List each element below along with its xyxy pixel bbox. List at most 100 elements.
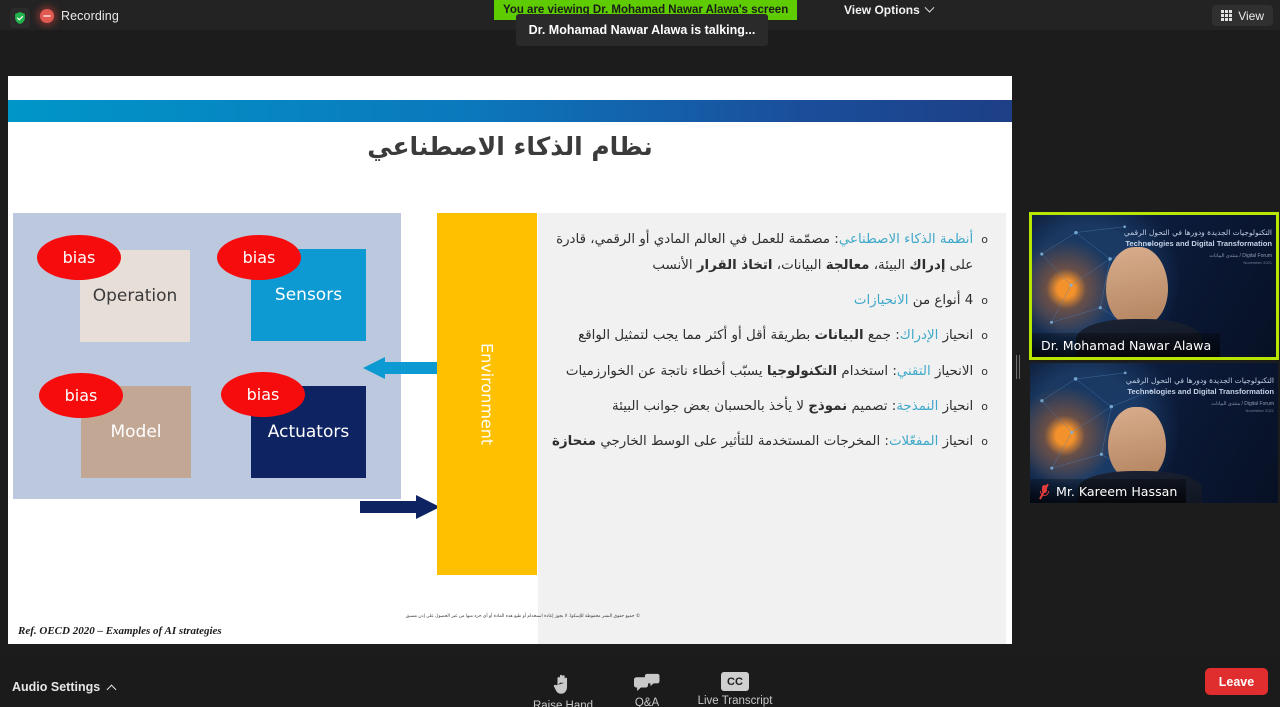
- qa-label: Q&A: [634, 697, 660, 707]
- bias-ellipse: bias: [221, 372, 305, 417]
- bullet-segment: : جمع: [863, 328, 900, 344]
- view-options-button[interactable]: View Options: [834, 0, 943, 20]
- slide-bullet: o أنظمة الذكاء الاصطناعي: مصمّمة للعمل في…: [550, 227, 988, 279]
- backdrop-english-title: Technologies and Digital Transformation: [1127, 387, 1274, 397]
- recording-label: Recording: [61, 9, 119, 23]
- ai-system-diagram: Operation Sensors Model Actuators bias b…: [13, 213, 401, 499]
- participant-head: [1108, 407, 1166, 479]
- bullet-segment: انحياز: [938, 433, 974, 449]
- bullet-text: الانحياز التقني: استخدام التكنولوجيا يسب…: [550, 359, 973, 385]
- bullet-segment: الأنسب: [652, 258, 697, 274]
- bullet-segment: نموذج: [808, 398, 848, 414]
- active-speaker-tooltip: Dr. Mohamad Nawar Alawa is talking...: [516, 14, 768, 46]
- bullet-segment: البيانات: [814, 328, 864, 344]
- slide-bullet: o 4 أنواع من الانحيازات: [550, 288, 988, 314]
- shared-screen-slide[interactable]: نظام الذكاء الاصطناعي Operation Sensors …: [8, 76, 1012, 644]
- bullet-segment: الإدراك: [899, 328, 939, 344]
- bullet-segment: : تصميم: [847, 398, 897, 414]
- bullet-marker: o: [981, 294, 988, 308]
- participant-name-label: Dr. Mohamad Nawar Alawa: [1032, 333, 1221, 357]
- view-layout-button[interactable]: View: [1212, 5, 1273, 26]
- participant-name: Dr. Mohamad Nawar Alawa: [1041, 337, 1212, 353]
- mic-muted-icon: [1039, 483, 1050, 499]
- backdrop-arabic-title: التكنولوجيات الجديدة ودورها في التحول ال…: [1123, 228, 1272, 237]
- top-bar: Recording You are viewing Dr. Mohamad Na…: [0, 0, 1280, 46]
- bullet-text: أنظمة الذكاء الاصطناعي: مصمّمة للعمل في …: [550, 227, 973, 279]
- bias-ellipse: bias: [217, 235, 301, 280]
- view-button-label: View: [1238, 8, 1264, 23]
- leave-button[interactable]: Leave: [1205, 668, 1268, 695]
- bullet-text: انحياز المفعّلات: المخرجات المستخدمة للت…: [550, 429, 973, 455]
- closed-caption-icon: CC: [721, 672, 749, 691]
- bullet-segment: اتخاذ القرار: [696, 258, 773, 274]
- video-tile-speaker[interactable]: التكنولوجيات الجديدة ودورها في التحول ال…: [1029, 212, 1279, 360]
- backdrop-arabic-title: التكنولوجيات الجديدة ودورها في التحول ال…: [1125, 376, 1274, 385]
- participant-name: Mr. Kareem Hassan: [1056, 483, 1178, 499]
- bullet-segment: التقني: [896, 363, 931, 379]
- bullet-segment: المفعّلات: [888, 433, 939, 449]
- bullet-segment: البيانات،: [772, 258, 826, 274]
- slide-reference: Ref. OECD 2020 – Examples of AI strategi…: [18, 625, 222, 637]
- panel-drag-handle[interactable]: [1016, 355, 1020, 379]
- bullet-segment: يسبّب أخطاء ناتجة عن الخوارزميات: [565, 363, 767, 379]
- bullet-marker: o: [981, 364, 988, 378]
- bias-ellipse: bias: [39, 373, 123, 418]
- arrow-environment-to-sensors-icon: [363, 357, 439, 379]
- shield-check-icon[interactable]: [10, 8, 30, 28]
- live-transcript-button[interactable]: CC Live Transcript: [692, 672, 778, 707]
- zoom-meeting-window: Recording You are viewing Dr. Mohamad Na…: [0, 0, 1280, 707]
- chevron-down-icon: [924, 2, 935, 13]
- live-transcript-label: Live Transcript: [697, 695, 773, 707]
- slide-bullet-panel: o أنظمة الذكاء الاصطناعي: مصمّمة للعمل في…: [538, 213, 1006, 644]
- bullet-segment: 4 أنواع من: [908, 293, 974, 309]
- video-tile-participant[interactable]: التكنولوجيات الجديدة ودورها في التحول ال…: [1029, 362, 1279, 504]
- raise-hand-button[interactable]: Raise Hand: [520, 672, 606, 707]
- slide-bullet: o انحياز الإدراك: جمع البيانات بطريقة أقل…: [550, 323, 988, 349]
- recording-indicator[interactable]: Recording: [40, 9, 119, 23]
- bullet-segment: التكنولوجيا: [766, 363, 838, 379]
- recording-dot-icon: [40, 9, 54, 23]
- bullet-marker: o: [981, 399, 988, 413]
- audio-settings-label: Audio Settings: [12, 680, 101, 694]
- grid-icon: [1221, 10, 1233, 21]
- bullet-marker: o: [981, 233, 988, 246]
- bias-ellipse: bias: [37, 235, 121, 280]
- bullet-segment: : استخدام: [837, 363, 897, 379]
- audio-settings-button[interactable]: Audio Settings: [12, 680, 117, 694]
- bullet-segment: الانحيازات: [853, 293, 909, 309]
- slide-header-band: [8, 100, 1012, 122]
- bullet-segment: لا يأخذ بالحسبان بعض جوانب البيئة: [612, 398, 809, 414]
- bottom-toolbar: Audio Settings Raise Hand Q&A CC Live Tr…: [0, 655, 1280, 707]
- qa-button[interactable]: Q&A: [604, 672, 690, 707]
- participant-head: [1106, 247, 1168, 325]
- bullet-segment: أنظمة الذكاء الاصطناعي: [838, 232, 974, 247]
- bullet-segment: منحازة: [552, 433, 597, 449]
- diagram-block-environment: Environment: [437, 213, 537, 575]
- slide-bullet: o انحياز النمذجة: تصميم نموذج لا يأخذ بال…: [550, 394, 988, 420]
- slide-bullet: o الانحياز التقني: استخدام التكنولوجيا يس…: [550, 359, 988, 385]
- bullet-segment: : المخرجات المستخدمة للتأثير على الوسط ا…: [596, 433, 889, 449]
- chevron-up-icon: [106, 684, 117, 694]
- slide-bullet: o انحياز المفعّلات: المخرجات المستخدمة لل…: [550, 429, 988, 455]
- bullet-text: انحياز النمذجة: تصميم نموذج لا يأخذ بالح…: [550, 394, 973, 420]
- raise-hand-icon: [553, 674, 568, 694]
- bullet-segment: بطريقة أقل أو أكثر مما يجب لتمثيل الواقع: [578, 328, 815, 344]
- view-options-label: View Options: [844, 3, 920, 17]
- chat-bubbles-icon: [634, 673, 660, 691]
- bullet-text: 4 أنواع من الانحيازات: [550, 288, 973, 314]
- bullet-segment: النمذجة: [896, 398, 939, 414]
- bullet-marker: o: [981, 329, 988, 343]
- bullet-segment: البيئة،: [869, 258, 910, 274]
- bullet-text: انحياز الإدراك: جمع البيانات بطريقة أقل …: [550, 323, 973, 349]
- slide-copyright-note: © جميع حقوق النشر محفوظة للإسكوا. لا يجو…: [405, 614, 641, 619]
- bullet-segment: معالجة: [825, 258, 870, 274]
- environment-label: Environment: [477, 342, 497, 446]
- slide-title: نظام الذكاء الاصطناعي: [367, 132, 653, 161]
- bullet-segment: انحياز: [938, 398, 974, 414]
- arrow-actuators-to-environment-icon: [360, 495, 440, 519]
- raise-hand-label: Raise Hand: [532, 700, 594, 707]
- bullet-segment: انحياز: [938, 328, 974, 344]
- participant-name-label: Mr. Kareem Hassan: [1030, 479, 1187, 503]
- bullet-marker: o: [981, 434, 988, 448]
- bullet-segment: الانحياز: [930, 363, 974, 379]
